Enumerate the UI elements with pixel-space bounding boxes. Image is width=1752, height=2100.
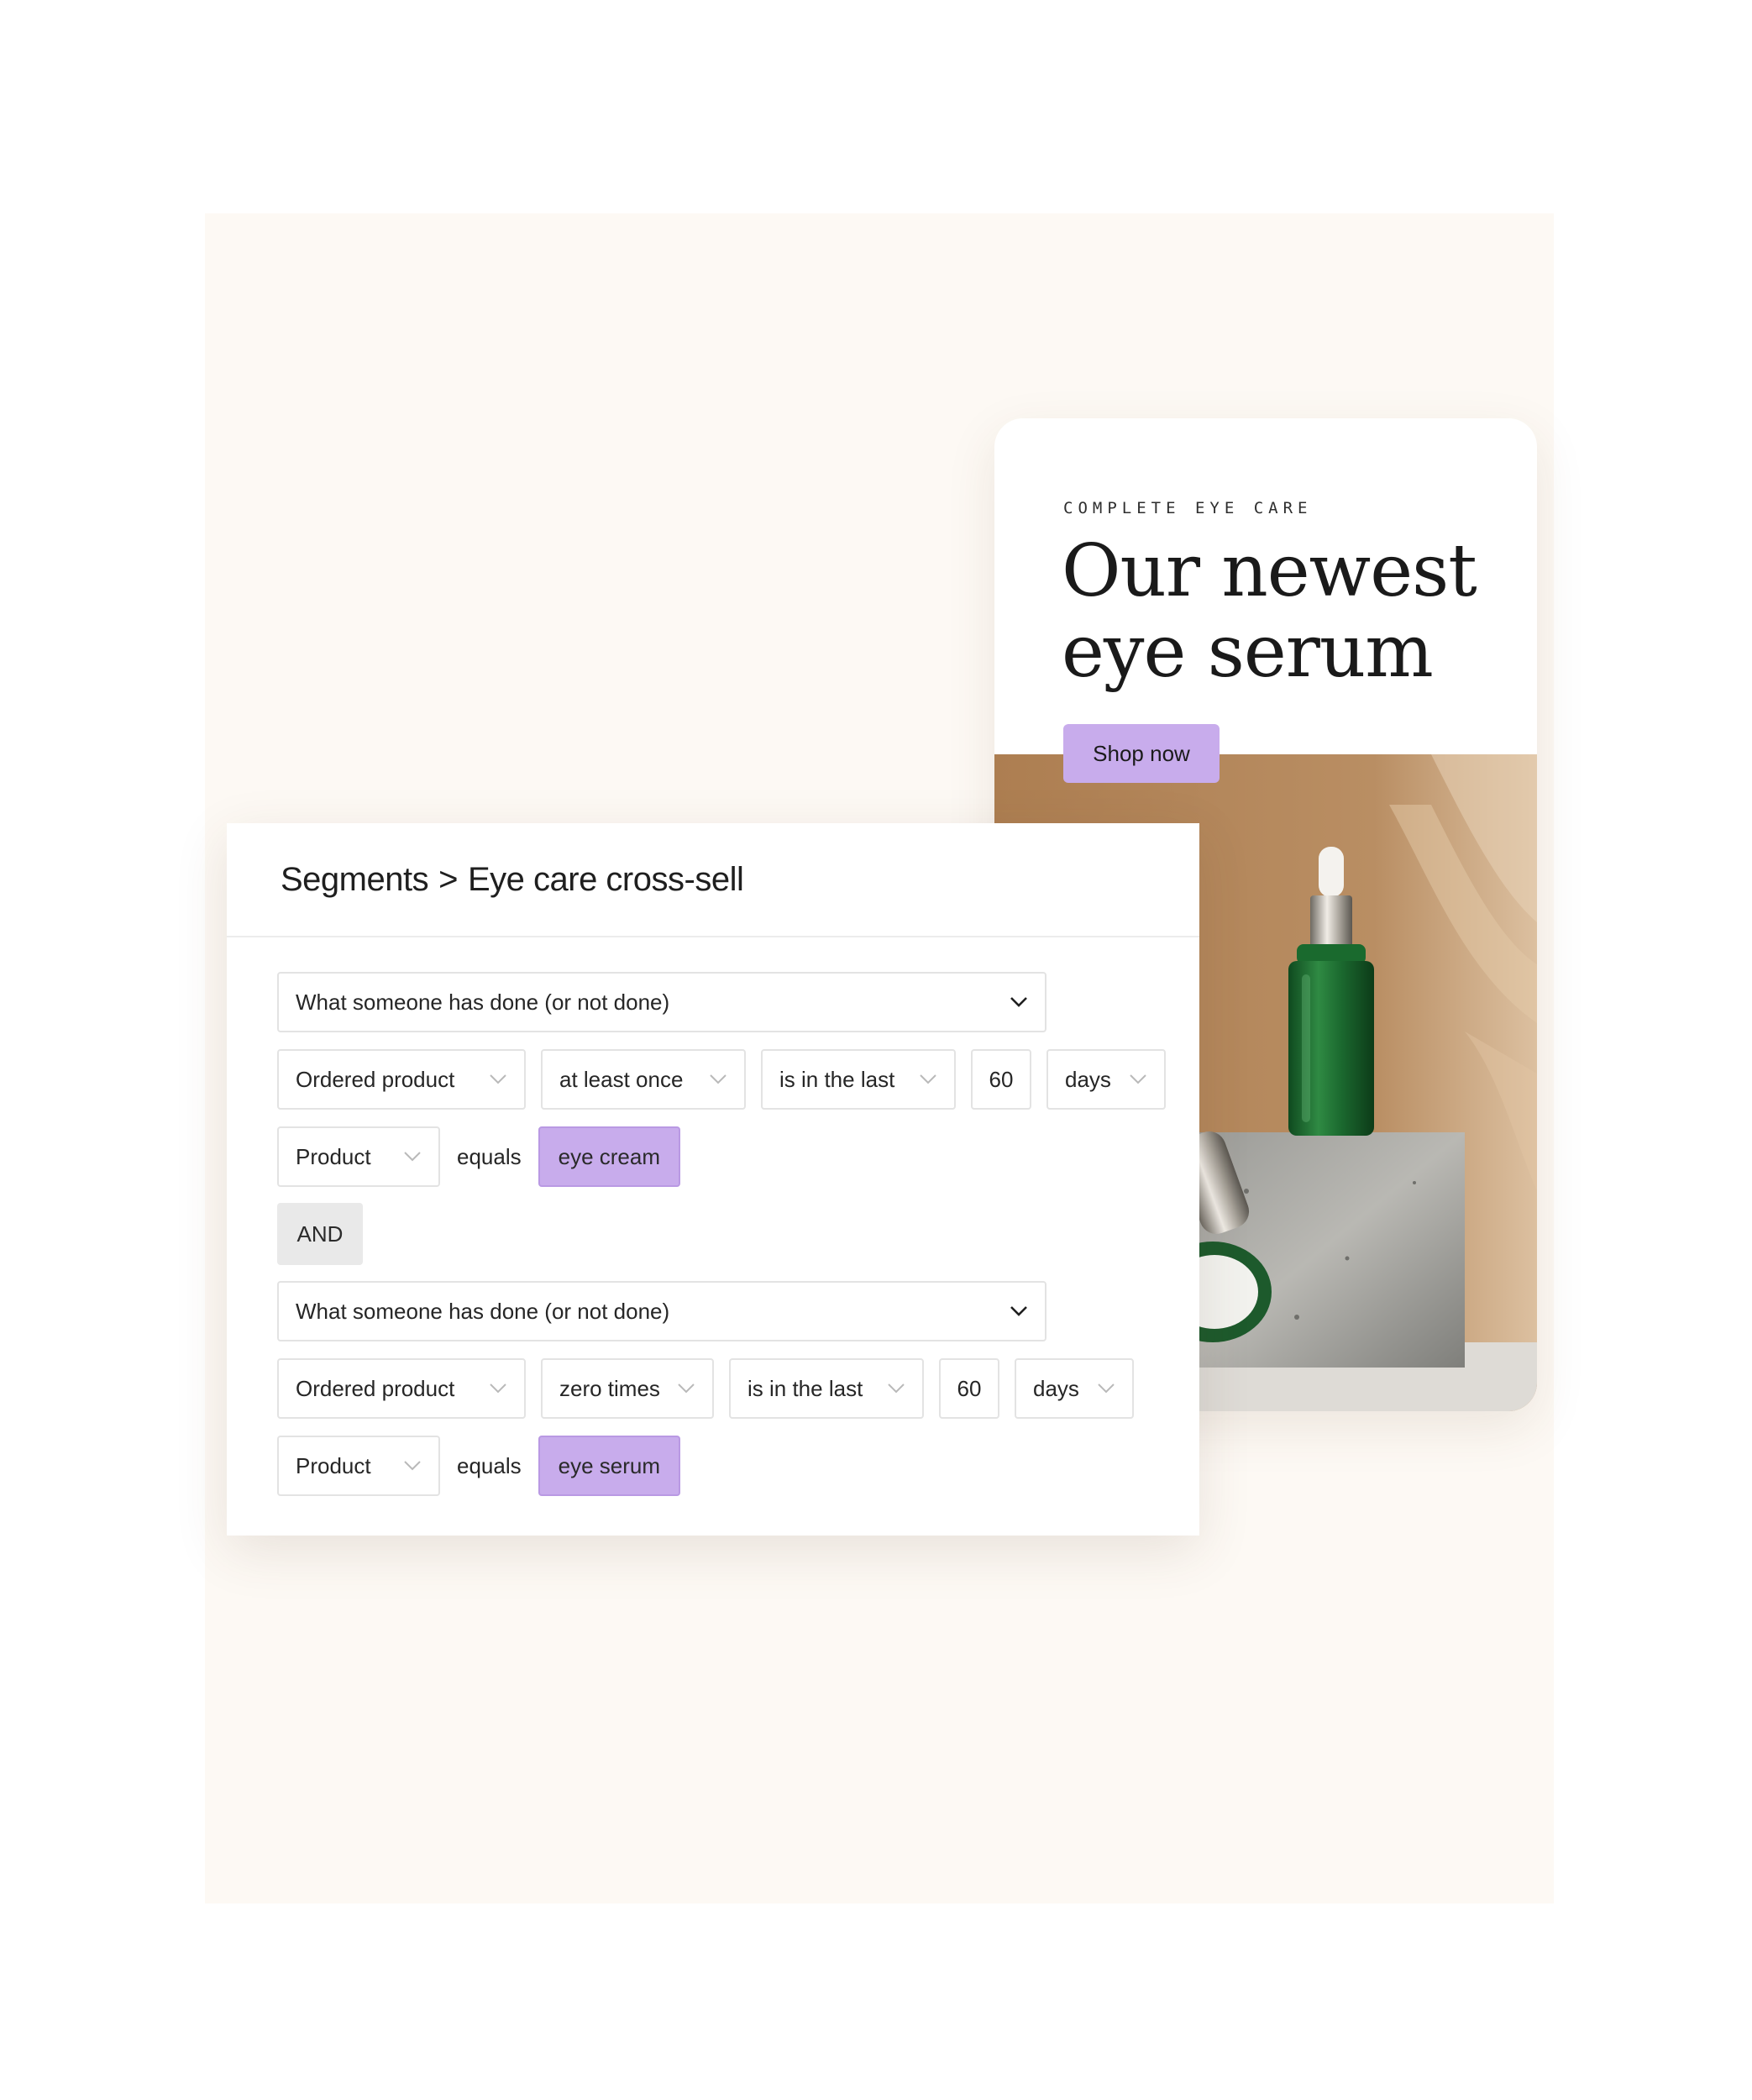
property-value: Product bbox=[296, 1143, 371, 1169]
condition-row: Product equals eye cream bbox=[277, 1126, 1199, 1188]
promo-headline-line-1: Our newest bbox=[1062, 529, 1477, 613]
chevron-down-icon bbox=[710, 1074, 727, 1084]
value-chip[interactable]: eye cream bbox=[538, 1126, 681, 1187]
chevron-down-icon bbox=[1098, 1383, 1115, 1394]
frequency-value: at least once bbox=[559, 1066, 684, 1092]
property-select[interactable]: Product bbox=[277, 1436, 440, 1496]
condition-type-select[interactable]: What someone has done (or not done) bbox=[277, 1281, 1046, 1341]
breadcrumb-root[interactable]: Segments bbox=[281, 861, 429, 899]
logic-row: AND bbox=[277, 1203, 1199, 1265]
action-select[interactable]: Ordered product bbox=[277, 1049, 526, 1110]
condition-row: Ordered product zero times is in the las… bbox=[277, 1357, 1199, 1420]
condition-type-select[interactable]: What someone has done (or not done) bbox=[277, 972, 1046, 1032]
unit-select[interactable]: days bbox=[1015, 1358, 1134, 1419]
condition-type-value: What someone has done (or not done) bbox=[296, 989, 670, 1015]
panel-header: Segments > Eye care cross-sell bbox=[227, 823, 1199, 937]
segment-builder-panel: Segments > Eye care cross-sell What some… bbox=[227, 823, 1199, 1536]
breadcrumb-current: Eye care cross-sell bbox=[467, 860, 744, 898]
and-operator-button[interactable]: AND bbox=[277, 1203, 363, 1265]
condition-row: What someone has done (or not done) bbox=[277, 971, 1199, 1033]
action-value: Ordered product bbox=[296, 1066, 455, 1092]
chevron-down-icon bbox=[404, 1152, 421, 1162]
chevron-down-icon bbox=[920, 1074, 936, 1084]
unit-value: days bbox=[1033, 1375, 1079, 1401]
chevron-down-icon bbox=[1130, 1074, 1146, 1084]
frequency-value: zero times bbox=[559, 1375, 660, 1401]
breadcrumb-separator: > bbox=[438, 860, 458, 898]
frequency-select[interactable]: at least once bbox=[541, 1049, 746, 1110]
condition-type-value: What someone has done (or not done) bbox=[296, 1298, 670, 1324]
value-chip[interactable]: eye serum bbox=[538, 1436, 681, 1496]
operator-label: equals bbox=[457, 1452, 522, 1478]
chevron-down-icon bbox=[888, 1383, 905, 1394]
chevron-down-icon bbox=[490, 1383, 506, 1394]
amount-input[interactable]: 60 bbox=[939, 1358, 999, 1419]
shop-now-button[interactable]: Shop now bbox=[1063, 724, 1220, 783]
frequency-select[interactable]: zero times bbox=[541, 1358, 714, 1419]
chevron-down-icon bbox=[490, 1074, 506, 1084]
amount-input[interactable]: 60 bbox=[971, 1049, 1031, 1110]
timeframe-value: is in the last bbox=[747, 1375, 863, 1401]
timeframe-select[interactable]: is in the last bbox=[761, 1049, 956, 1110]
chevron-down-icon bbox=[1010, 997, 1027, 1007]
promo-headline-line-2: eye serum bbox=[1062, 610, 1434, 694]
action-value: Ordered product bbox=[296, 1375, 455, 1401]
action-select[interactable]: Ordered product bbox=[277, 1358, 526, 1419]
breadcrumb: Segments > Eye care cross-sell bbox=[281, 860, 744, 899]
chevron-down-icon bbox=[1010, 1306, 1027, 1316]
timeframe-select[interactable]: is in the last bbox=[729, 1358, 924, 1419]
condition-row: What someone has done (or not done) bbox=[277, 1280, 1199, 1342]
unit-select[interactable]: days bbox=[1046, 1049, 1166, 1110]
operator-label: equals bbox=[457, 1143, 522, 1169]
segment-conditions: What someone has done (or not done) Orde… bbox=[277, 971, 1199, 1512]
property-select[interactable]: Product bbox=[277, 1126, 440, 1187]
property-value: Product bbox=[296, 1452, 371, 1478]
timeframe-value: is in the last bbox=[779, 1066, 895, 1092]
unit-value: days bbox=[1065, 1066, 1111, 1092]
condition-row: Ordered product at least once is in the … bbox=[277, 1048, 1199, 1110]
condition-row: Product equals eye serum bbox=[277, 1435, 1199, 1497]
chevron-down-icon bbox=[678, 1383, 695, 1394]
promo-eyebrow: COMPLETE EYE CARE bbox=[1063, 499, 1313, 517]
chevron-down-icon bbox=[404, 1461, 421, 1471]
promo-headline: Our newest eye serum bbox=[1062, 531, 1532, 692]
